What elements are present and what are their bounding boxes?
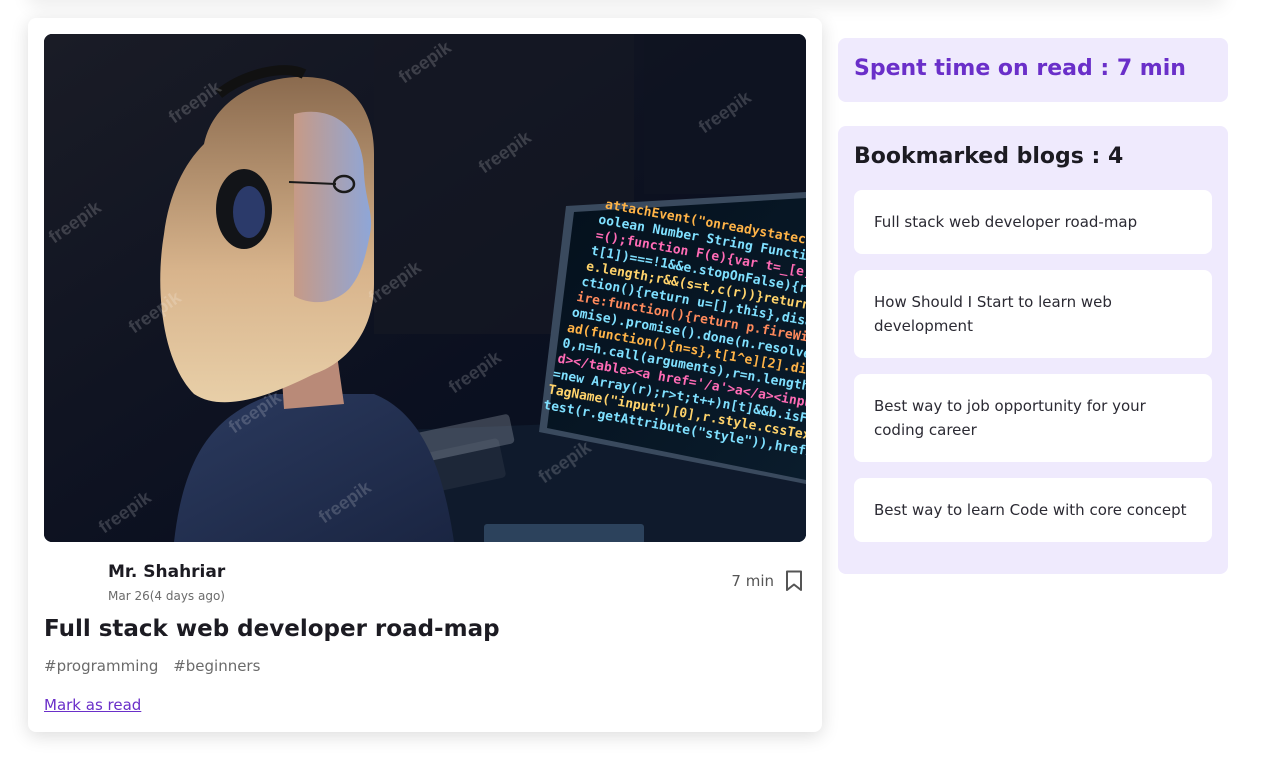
post-date: Mar 26(4 days ago) [108,589,225,603]
bookmarked-blog-item: Full stack web developer road-map [854,190,1212,254]
bookmarked-blog-item: How Should I Start to learn web developm… [854,270,1212,358]
bookmark-icon [786,570,802,591]
spent-time-text: Spent time on read : 7 min [854,56,1186,81]
blog-cover-image: attachEvent("onreadystatechange",H),e.at… [44,34,806,542]
bookmarked-blog-item: Best way to job opportunity for your cod… [854,374,1212,462]
tag: #programming [44,657,159,675]
mark-as-read-link[interactable]: Mark as read [44,696,141,714]
bookmarked-blog-title: Best way to job opportunity for your cod… [874,397,1146,439]
bookmarked-blog-item: Best way to learn Code with core concept [854,478,1212,542]
bookmarks-panel: Bookmarked blogs : 4 Full stack web deve… [838,126,1228,574]
spent-time-box: Spent time on read : 7 min [838,38,1228,102]
bookmarked-blog-title: How Should I Start to learn web developm… [874,293,1112,335]
bookmarked-blog-title: Best way to learn Code with core concept [874,501,1187,519]
author-name: Mr. Shahriar [108,562,226,582]
blog-title: Full stack web developer road-map [44,616,500,642]
author-row: Mr. Shahriar Mar 26(4 days ago) 7 min [44,558,806,610]
blog-card: attachEvent("onreadystatechange",H),e.at… [28,18,822,732]
page: attachEvent("onreadystatechange",H),e.at… [0,0,1273,762]
author-avatar [44,560,94,610]
bookmark-button[interactable] [784,570,804,592]
tag: #beginners [173,657,261,675]
bookmarks-title: Bookmarked blogs : 4 [854,144,1124,169]
tag-list: #programming #beginners [44,657,270,675]
bookmarked-blog-title: Full stack web developer road-map [874,213,1138,231]
read-time: 7 min [731,572,774,590]
